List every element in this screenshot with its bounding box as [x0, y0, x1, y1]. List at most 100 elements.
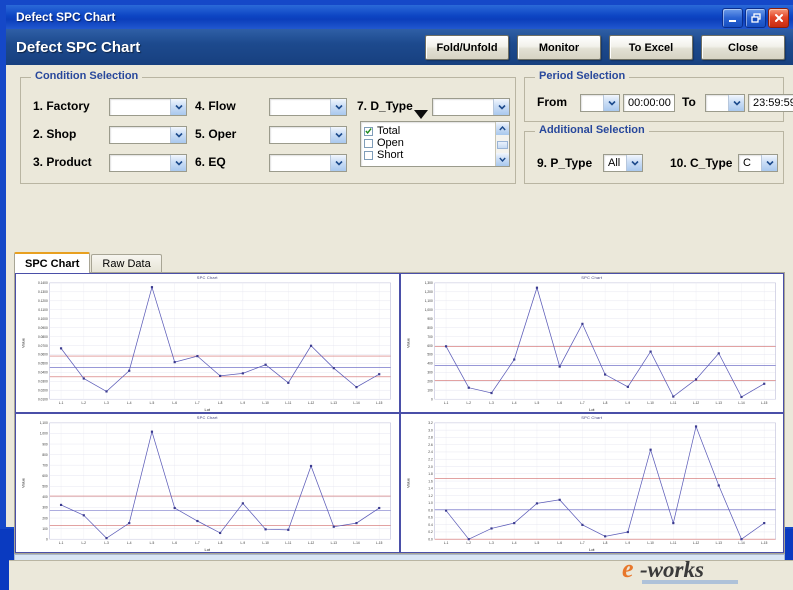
ctype-combobox[interactable]: C	[738, 154, 778, 172]
svg-text:L-7: L-7	[580, 541, 585, 545]
svg-text:600: 600	[42, 474, 48, 478]
spc-chart-panel-4[interactable]: SPC Chart Value Lot 3.23.02.82.62.42.22.…	[400, 413, 785, 553]
to-date-combobox[interactable]	[705, 94, 745, 112]
product-combobox[interactable]	[109, 154, 187, 172]
list-item-label: Short	[377, 149, 403, 161]
close-button[interactable]	[768, 8, 789, 28]
restore-button[interactable]	[745, 8, 766, 28]
svg-text:-works: -works	[640, 557, 704, 582]
list-item-label: Open	[377, 137, 404, 149]
list-item[interactable]: Short	[361, 149, 509, 161]
minimize-button[interactable]	[722, 8, 743, 28]
checkbox-icon[interactable]	[364, 139, 373, 148]
label-oper: 5. Oper	[195, 127, 236, 141]
svg-text:3.2: 3.2	[428, 421, 433, 425]
spc-chart-panel-3[interactable]: SPC Chart Value Lot 1,1001,0009008007006…	[15, 413, 400, 553]
svg-text:L-3: L-3	[489, 401, 494, 405]
scrollbar-thumb[interactable]	[497, 141, 508, 149]
list-item[interactable]: Open	[361, 137, 509, 149]
svg-text:L-9: L-9	[241, 401, 246, 405]
status-bar: e -works	[9, 560, 793, 590]
window-controls	[722, 8, 789, 28]
scroll-up-icon[interactable]	[496, 122, 509, 135]
svg-text:1,000: 1,000	[40, 432, 48, 436]
tab-spc-chart[interactable]: SPC Chart	[14, 252, 90, 273]
chevron-down-icon	[170, 99, 186, 115]
chevron-down-icon	[626, 155, 642, 171]
svg-text:L-10: L-10	[647, 401, 654, 405]
svg-text:700: 700	[42, 463, 48, 467]
svg-text:800: 800	[42, 453, 48, 457]
svg-text:1,000: 1,000	[424, 308, 432, 312]
scroll-down-icon[interactable]	[496, 153, 509, 166]
svg-text:L-8: L-8	[218, 401, 223, 405]
svg-text:L-13: L-13	[715, 401, 722, 405]
from-time-input[interactable]: 00:00:00	[623, 94, 675, 112]
window-title: Defect SPC Chart	[6, 10, 115, 24]
fold-unfold-button[interactable]: Fold/Unfold	[425, 35, 509, 60]
dropdown-caret-icon	[414, 110, 428, 119]
svg-text:L-14: L-14	[353, 401, 360, 405]
to-time-input[interactable]: 23:59:59	[748, 94, 793, 112]
page-title: Defect SPC Chart	[6, 39, 140, 56]
dtype-combobox[interactable]	[432, 98, 510, 116]
tab-raw-data[interactable]: Raw Data	[91, 254, 161, 273]
ptype-value: All	[604, 157, 626, 169]
chevron-down-icon	[330, 99, 346, 115]
flow-combobox[interactable]	[269, 98, 347, 116]
svg-text:1.2: 1.2	[428, 494, 433, 498]
svg-text:0.6: 0.6	[428, 516, 433, 520]
svg-text:L-11: L-11	[285, 401, 291, 405]
chevron-down-icon	[330, 155, 346, 171]
to-excel-button[interactable]: To Excel	[609, 35, 693, 60]
dtype-listbox[interactable]: Total Open Short	[360, 121, 510, 167]
svg-text:0.1400: 0.1400	[38, 281, 48, 285]
additional-selection-legend: Additional Selection	[535, 124, 649, 136]
svg-text:0: 0	[46, 537, 48, 541]
close-header-button[interactable]: Close	[701, 35, 785, 60]
svg-text:L-11: L-11	[285, 541, 291, 545]
ptype-combobox[interactable]: All	[603, 154, 643, 172]
svg-text:500: 500	[42, 485, 48, 489]
svg-text:500: 500	[427, 353, 433, 357]
shop-combobox[interactable]	[109, 126, 187, 144]
svg-text:800: 800	[427, 326, 433, 330]
svg-text:L-5: L-5	[534, 401, 539, 405]
svg-text:0.0300: 0.0300	[38, 380, 48, 384]
svg-text:2.0: 2.0	[428, 465, 433, 469]
svg-text:1,100: 1,100	[424, 299, 432, 303]
monitor-button[interactable]: Monitor	[517, 35, 601, 60]
spc-chart-grid: SPC Chart Value Lot 0.14000.13000.12000.…	[14, 272, 785, 554]
svg-text:3.0: 3.0	[428, 428, 433, 432]
svg-text:2.4: 2.4	[428, 450, 433, 454]
eq-combobox[interactable]	[269, 154, 347, 172]
svg-text:L-9: L-9	[625, 541, 630, 545]
chevron-down-icon	[330, 127, 346, 143]
svg-text:L-15: L-15	[376, 401, 383, 405]
listbox-scrollbar[interactable]	[495, 122, 509, 166]
svg-text:L-2: L-2	[466, 401, 471, 405]
spc-chart-panel-2[interactable]: SPC Chart Value Lot 1,3001,2001,1001,000…	[400, 273, 785, 413]
chevron-down-icon	[493, 99, 509, 115]
from-date-combobox[interactable]	[580, 94, 620, 112]
svg-text:L-6: L-6	[172, 401, 177, 405]
svg-text:L-14: L-14	[738, 401, 745, 405]
oper-combobox[interactable]	[269, 126, 347, 144]
checkbox-checked-icon[interactable]	[364, 127, 373, 136]
svg-text:L-6: L-6	[557, 401, 562, 405]
svg-text:0: 0	[430, 397, 432, 401]
svg-text:L-5: L-5	[150, 541, 155, 545]
ctype-value: C	[739, 157, 761, 169]
checkbox-icon[interactable]	[364, 151, 373, 160]
chevron-down-icon	[728, 95, 744, 111]
svg-text:L-7: L-7	[580, 401, 585, 405]
list-item[interactable]: Total	[361, 125, 509, 137]
svg-text:L-3: L-3	[489, 541, 494, 545]
svg-text:L-3: L-3	[104, 541, 109, 545]
svg-text:L-5: L-5	[534, 541, 539, 545]
svg-text:L-10: L-10	[262, 401, 269, 405]
spc-chart-panel-1[interactable]: SPC Chart Value Lot 0.14000.13000.12000.…	[15, 273, 400, 413]
factory-combobox[interactable]	[109, 98, 187, 116]
svg-text:L-5: L-5	[150, 401, 155, 405]
svg-text:L-15: L-15	[761, 541, 768, 545]
